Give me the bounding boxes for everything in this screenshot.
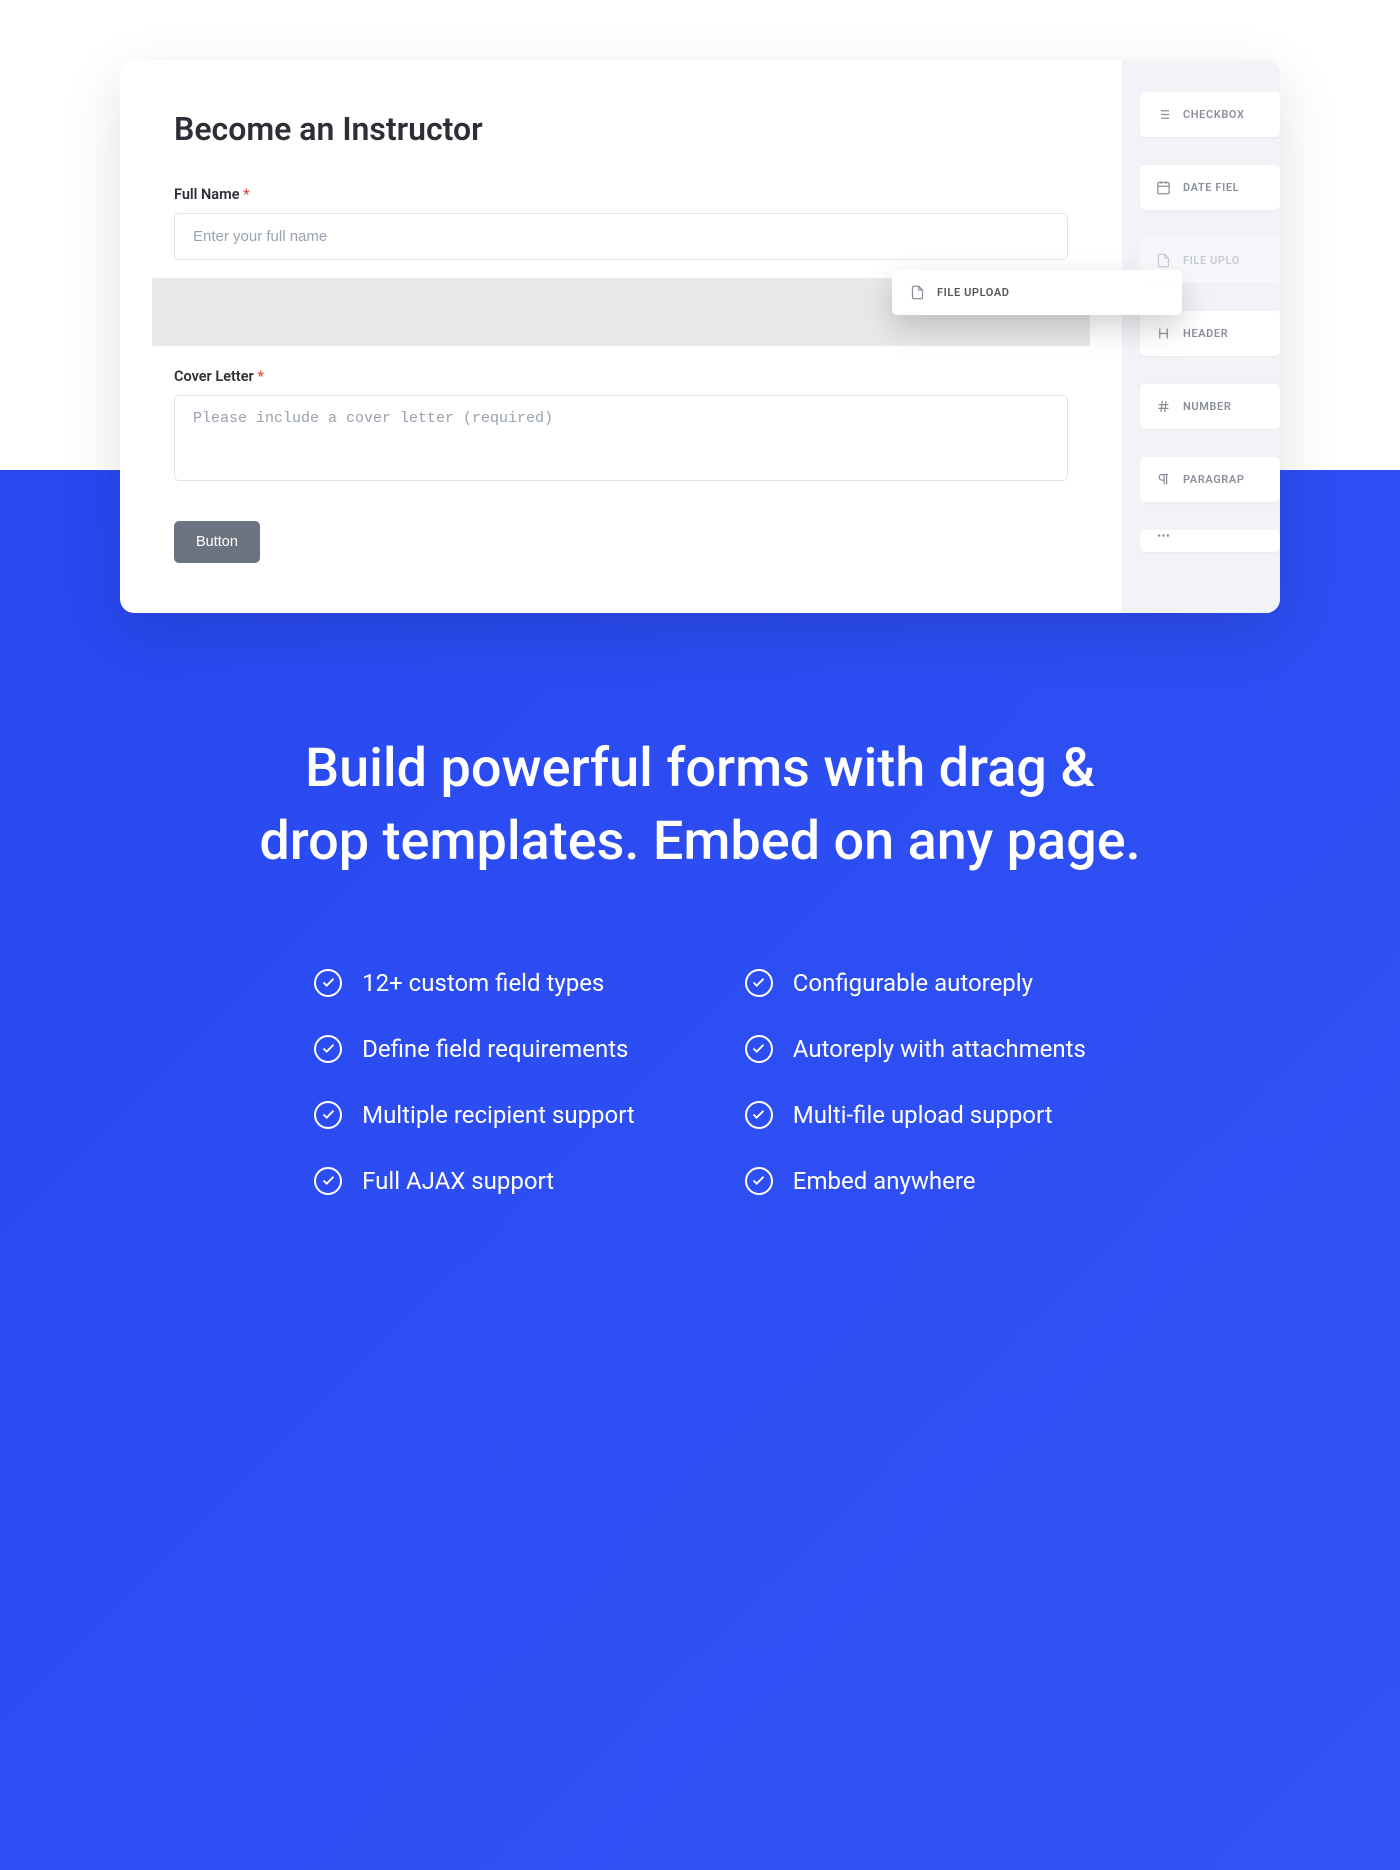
header-icon xyxy=(1156,326,1171,341)
file-icon xyxy=(1156,253,1171,268)
feature-text: Embed anywhere xyxy=(793,1167,976,1195)
feature-item: Multiple recipient support xyxy=(314,1101,635,1129)
feature-text: Define field requirements xyxy=(362,1035,628,1063)
palette-label: HEADER xyxy=(1183,327,1228,340)
fullname-label: Full Name * xyxy=(174,186,1068,203)
cover-textarea[interactable] xyxy=(174,395,1068,481)
check-circle-icon xyxy=(745,969,773,997)
label-text: Full Name xyxy=(174,186,240,203)
required-asterisk: * xyxy=(257,368,264,385)
fullname-input[interactable] xyxy=(174,213,1068,260)
submit-button[interactable]: Button xyxy=(174,521,260,563)
list-icon xyxy=(1156,107,1171,122)
palette-label: DATE FIEL xyxy=(1183,181,1239,194)
features-right: Configurable autoreply Autoreply with at… xyxy=(745,969,1086,1195)
dragging-label: FILE UPLOAD xyxy=(937,286,1010,299)
calendar-icon xyxy=(1156,180,1171,195)
feature-text: Multi-file upload support xyxy=(793,1101,1053,1129)
check-circle-icon xyxy=(745,1167,773,1195)
feature-text: 12+ custom field types xyxy=(362,969,604,997)
field-fullname: Full Name * xyxy=(174,186,1068,260)
form-title: Become an Instructor xyxy=(174,110,1068,148)
feature-item: Define field requirements xyxy=(314,1035,635,1063)
check-circle-icon xyxy=(314,1101,342,1129)
feature-text: Autoreply with attachments xyxy=(793,1035,1086,1063)
palette-item-more[interactable] xyxy=(1140,530,1280,552)
field-palette: FILE UPLOAD CHECKBOX DATE FIEL FILE UPLO… xyxy=(1122,60,1280,613)
palette-label: CHECKBOX xyxy=(1183,108,1245,121)
check-circle-icon xyxy=(314,1035,342,1063)
check-circle-icon xyxy=(314,1167,342,1195)
feature-item: Embed anywhere xyxy=(745,1167,1086,1195)
palette-label: PARAGRAP xyxy=(1183,473,1244,486)
palette-item-header[interactable]: HEADER xyxy=(1140,311,1280,356)
feature-item: Multi-file upload support xyxy=(745,1101,1086,1129)
hero-headline: Build powerful forms with drag & drop te… xyxy=(250,733,1150,879)
palette-item-file[interactable]: FILE UPLO xyxy=(1140,238,1280,283)
check-circle-icon xyxy=(314,969,342,997)
feature-item: Autoreply with attachments xyxy=(745,1035,1086,1063)
form-canvas[interactable]: Become an Instructor Full Name * Cover L… xyxy=(120,60,1122,613)
palette-label: NUMBER xyxy=(1183,400,1231,413)
feature-item: Full AJAX support xyxy=(314,1167,635,1195)
feature-text: Multiple recipient support xyxy=(362,1101,635,1129)
palette-item-number[interactable]: NUMBER xyxy=(1140,384,1280,429)
feature-item: Configurable autoreply xyxy=(745,969,1086,997)
required-asterisk: * xyxy=(243,186,250,203)
feature-text: Configurable autoreply xyxy=(793,969,1033,997)
check-circle-icon xyxy=(745,1101,773,1129)
check-circle-icon xyxy=(745,1035,773,1063)
cover-label: Cover Letter * xyxy=(174,368,1068,385)
label-text: Cover Letter xyxy=(174,368,254,385)
palette-item-checkbox[interactable]: CHECKBOX xyxy=(1140,92,1280,137)
feature-item: 12+ custom field types xyxy=(314,969,635,997)
palette-item-date[interactable]: DATE FIEL xyxy=(1140,165,1280,210)
paragraph-icon xyxy=(1156,472,1171,487)
hash-icon xyxy=(1156,399,1171,414)
file-icon xyxy=(910,285,925,300)
dragging-field-item[interactable]: FILE UPLOAD xyxy=(892,270,1182,315)
field-cover-letter: Cover Letter * xyxy=(174,368,1068,485)
form-builder-card: Become an Instructor Full Name * Cover L… xyxy=(120,60,1280,613)
palette-item-paragraph[interactable]: PARAGRAP xyxy=(1140,457,1280,502)
more-icon xyxy=(1156,530,1171,543)
palette-label: FILE UPLO xyxy=(1183,254,1240,267)
features-left: 12+ custom field types Define field requ… xyxy=(314,969,635,1195)
hero-copy: Build powerful forms with drag & drop te… xyxy=(0,733,1400,879)
features-grid: 12+ custom field types Define field requ… xyxy=(0,969,1400,1195)
feature-text: Full AJAX support xyxy=(362,1167,554,1195)
